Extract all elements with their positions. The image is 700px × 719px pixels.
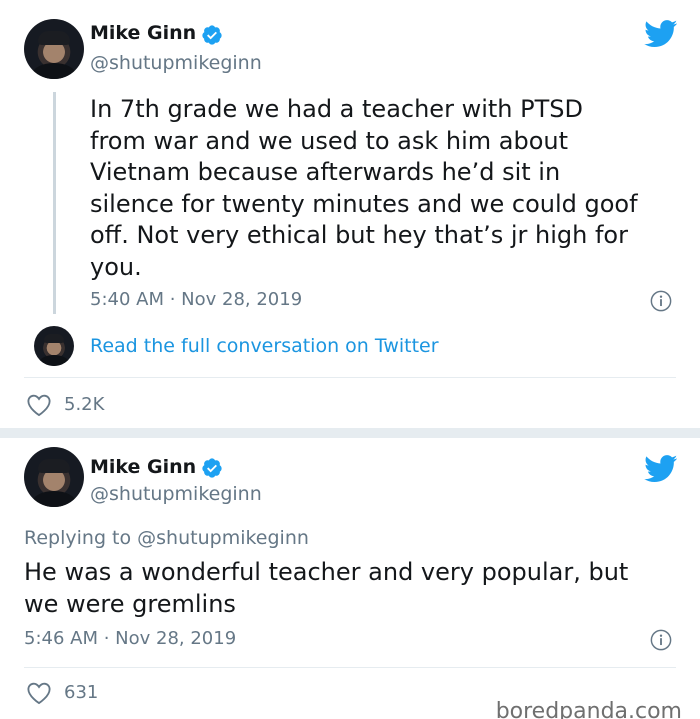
tweet-separator [0,428,700,438]
author-name[interactable]: Mike Ginn [90,456,196,478]
read-full-conversation-link[interactable]: Read the full conversation on Twitter [90,335,439,357]
tweet-text: In 7th grade we had a teacher with PTSD … [90,95,638,281]
divider [24,667,676,668]
tweet-timestamp[interactable]: 5:40 AM · Nov 28, 2019 [90,289,302,310]
twitter-bird-icon[interactable] [644,20,678,48]
tweet-text: He was a wonderful teacher and very popu… [24,558,629,618]
thread-line [53,92,56,314]
avatar[interactable] [24,447,84,507]
divider [24,377,676,378]
verified-badge-icon [202,458,222,478]
like-count[interactable]: 5.2K [64,394,104,415]
info-icon[interactable] [650,290,672,312]
replying-to[interactable]: Replying to @shutupmikeginn [24,527,309,549]
twitter-bird-icon[interactable] [644,455,678,483]
author-handle[interactable]: @shutupmikeginn [90,52,262,74]
avatar[interactable] [24,19,84,79]
author-handle[interactable]: @shutupmikeginn [90,483,262,505]
like-count[interactable]: 631 [64,682,98,703]
tweet-timestamp[interactable]: 5:46 AM · Nov 28, 2019 [24,628,236,649]
reply-avatar[interactable] [34,326,74,366]
boredpanda-watermark: boredpanda.com [495,699,682,719]
author-name[interactable]: Mike Ginn [90,22,196,44]
heart-icon[interactable] [26,681,52,705]
verified-badge-icon [202,25,222,45]
info-icon[interactable] [650,629,672,651]
tweet-card[interactable]: Mike Ginn @shutupmikeginn In 7th grade w… [0,0,700,428]
heart-icon[interactable] [26,393,52,417]
tweet-card[interactable]: Mike Ginn @shutupmikeginn Replying to @s… [0,438,700,719]
